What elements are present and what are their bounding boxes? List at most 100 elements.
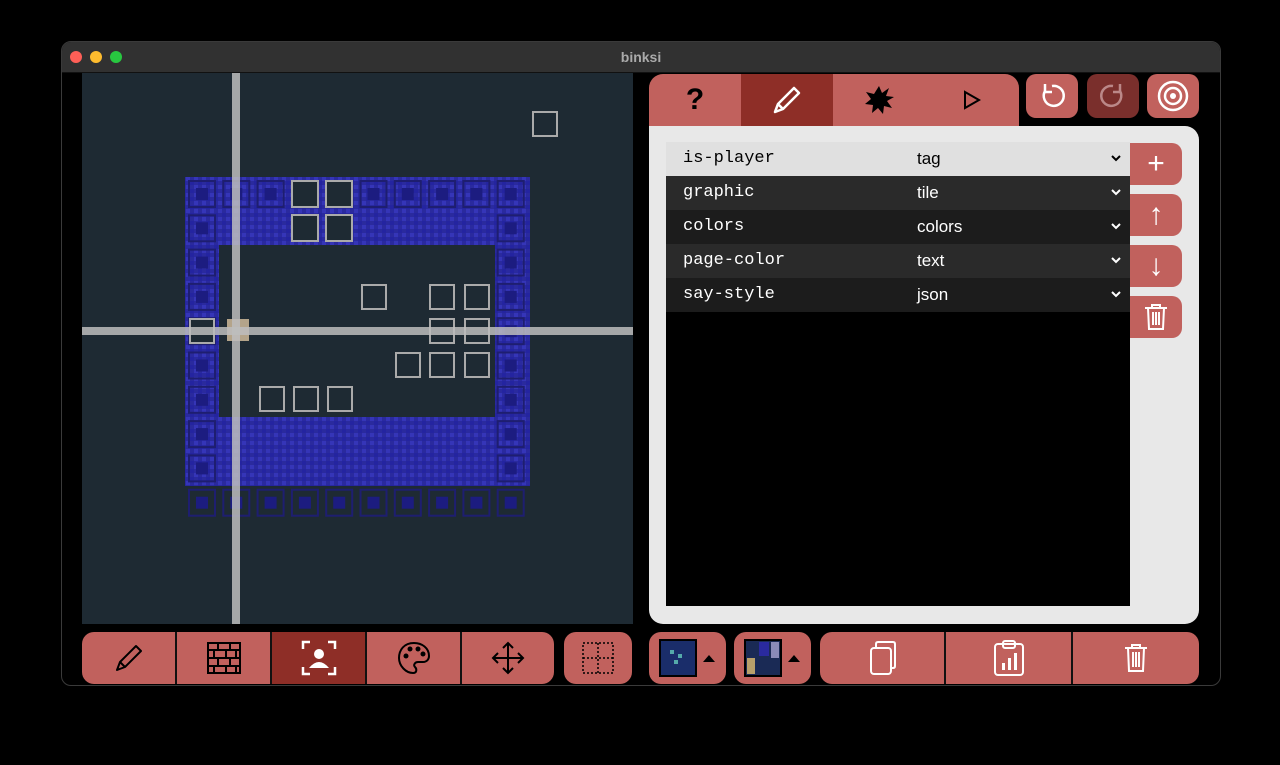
- redo-button[interactable]: [1087, 74, 1139, 118]
- component-name: say-style: [683, 285, 775, 304]
- block-tile: [325, 214, 353, 242]
- trash-icon: [1125, 644, 1147, 672]
- undo-button[interactable]: [1026, 74, 1078, 118]
- record-button[interactable]: [1147, 74, 1199, 118]
- wall-tile-center: [196, 496, 208, 509]
- block-tile: [429, 284, 455, 310]
- wall-tile-center: [470, 496, 483, 509]
- undo-icon: [1042, 84, 1065, 108]
- component-row[interactable]: say-style json: [666, 278, 1130, 312]
- block-tile: [395, 352, 421, 378]
- color-picker-button[interactable]: [734, 632, 811, 684]
- title-bar: binksi: [62, 42, 1220, 73]
- scene-canvas[interactable]: [82, 73, 633, 624]
- delete-tile-button[interactable]: [1073, 632, 1199, 684]
- color-picker-area: [734, 632, 811, 684]
- wall-tile-center: [196, 462, 208, 475]
- block-tile: [325, 180, 353, 208]
- wall-tile-center: [333, 496, 346, 509]
- chevron-down-icon: [1111, 155, 1121, 162]
- component-name: page-color: [683, 251, 786, 270]
- draw-tool-button[interactable]: [82, 632, 176, 684]
- wall-tile-center: [196, 290, 208, 303]
- delete-component-button[interactable]: [1130, 296, 1182, 338]
- wall-tile-center: [436, 496, 449, 509]
- move-down-button[interactable]: ↓: [1130, 245, 1182, 287]
- tile-actions-bar: [820, 632, 1199, 684]
- tab-help[interactable]: ?: [649, 74, 741, 126]
- tab-edit[interactable]: [741, 74, 833, 126]
- app-window: binksi ? is-player tag graphic tile colo…: [61, 41, 1221, 686]
- block-tile: [259, 386, 285, 412]
- wall-tile-center: [367, 188, 380, 200]
- wall-tile-center: [196, 256, 208, 269]
- component-type-select[interactable]: colors: [917, 217, 962, 237]
- wall-tile-center: [264, 188, 277, 200]
- scene-tools-bar: [82, 632, 554, 684]
- splat-icon: [865, 86, 894, 114]
- component-type-select[interactable]: tag: [917, 149, 941, 169]
- component-name: is-player: [683, 149, 775, 168]
- component-type-select[interactable]: text: [917, 251, 944, 271]
- palette-icon: [397, 641, 431, 675]
- crosshair-horizontal: [82, 327, 633, 335]
- redo-icon: [1100, 84, 1123, 108]
- palette-tool-button[interactable]: [367, 632, 461, 684]
- wall-tile-center: [298, 496, 311, 509]
- tile-picker-area: [649, 632, 726, 684]
- block-tile: [464, 284, 490, 310]
- wall-tile-center: [196, 393, 208, 406]
- wall-tool-button[interactable]: [177, 632, 271, 684]
- paste-button[interactable]: [946, 632, 1071, 684]
- wall-tile-center: [196, 188, 208, 200]
- brick-wall-icon: [207, 642, 241, 674]
- tile-thumbnail-icon: [658, 639, 715, 677]
- move-tool-button[interactable]: [462, 632, 554, 684]
- chevron-down-icon: [1111, 257, 1121, 264]
- block-tile: [429, 352, 455, 378]
- add-component-button[interactable]: +: [1130, 143, 1182, 185]
- block-tile: [291, 214, 319, 242]
- wall-tile-center: [504, 462, 517, 475]
- grid-select-button[interactable]: [564, 632, 632, 684]
- wall-tile-center: [264, 496, 277, 509]
- block-tile: [464, 352, 490, 378]
- copy-button[interactable]: [820, 632, 945, 684]
- block-tile: [361, 284, 387, 310]
- component-row[interactable]: is-player tag: [666, 142, 1130, 176]
- crosshair-vertical: [232, 73, 240, 624]
- grid-select-area: [564, 632, 632, 684]
- component-row[interactable]: graphic tile: [666, 176, 1130, 210]
- grid-select-icon: [582, 642, 614, 674]
- component-row[interactable]: page-color text: [666, 244, 1130, 278]
- move-up-button[interactable]: ↑: [1130, 194, 1182, 236]
- wall-tile-center: [504, 393, 517, 406]
- tab-play[interactable]: [925, 74, 1017, 126]
- clipboard-chart-icon: [993, 640, 1024, 676]
- component-type-select[interactable]: json: [917, 285, 948, 305]
- copy-icon: [869, 641, 896, 675]
- record-disc-icon: [1157, 80, 1189, 112]
- tile-picker-button[interactable]: [649, 632, 726, 684]
- chevron-down-icon: [1111, 291, 1121, 298]
- wall-tile-center: [504, 222, 517, 235]
- wall-tile-center: [196, 222, 208, 235]
- arrow-up-icon: ↑: [1148, 198, 1164, 231]
- tab-events[interactable]: [833, 74, 925, 126]
- wall-tile-center: [470, 188, 483, 200]
- wall-tile-center: [196, 359, 208, 372]
- wall-tile-center: [436, 188, 449, 200]
- wall-tile-center: [196, 428, 208, 441]
- component-type-select[interactable]: tile: [917, 183, 939, 203]
- wall-tile-center: [504, 290, 517, 303]
- object-tool-button[interactable]: [272, 632, 366, 684]
- component-row[interactable]: colors colors: [666, 210, 1130, 244]
- wall-tile-center: [401, 496, 414, 509]
- block-tile: [293, 386, 319, 412]
- chevron-down-icon: [1111, 223, 1121, 230]
- component-name: graphic: [683, 183, 755, 202]
- plus-icon: +: [1147, 147, 1165, 180]
- pencil-icon: [116, 645, 142, 671]
- block-tile: [532, 111, 558, 137]
- move-arrows-icon: [491, 641, 525, 675]
